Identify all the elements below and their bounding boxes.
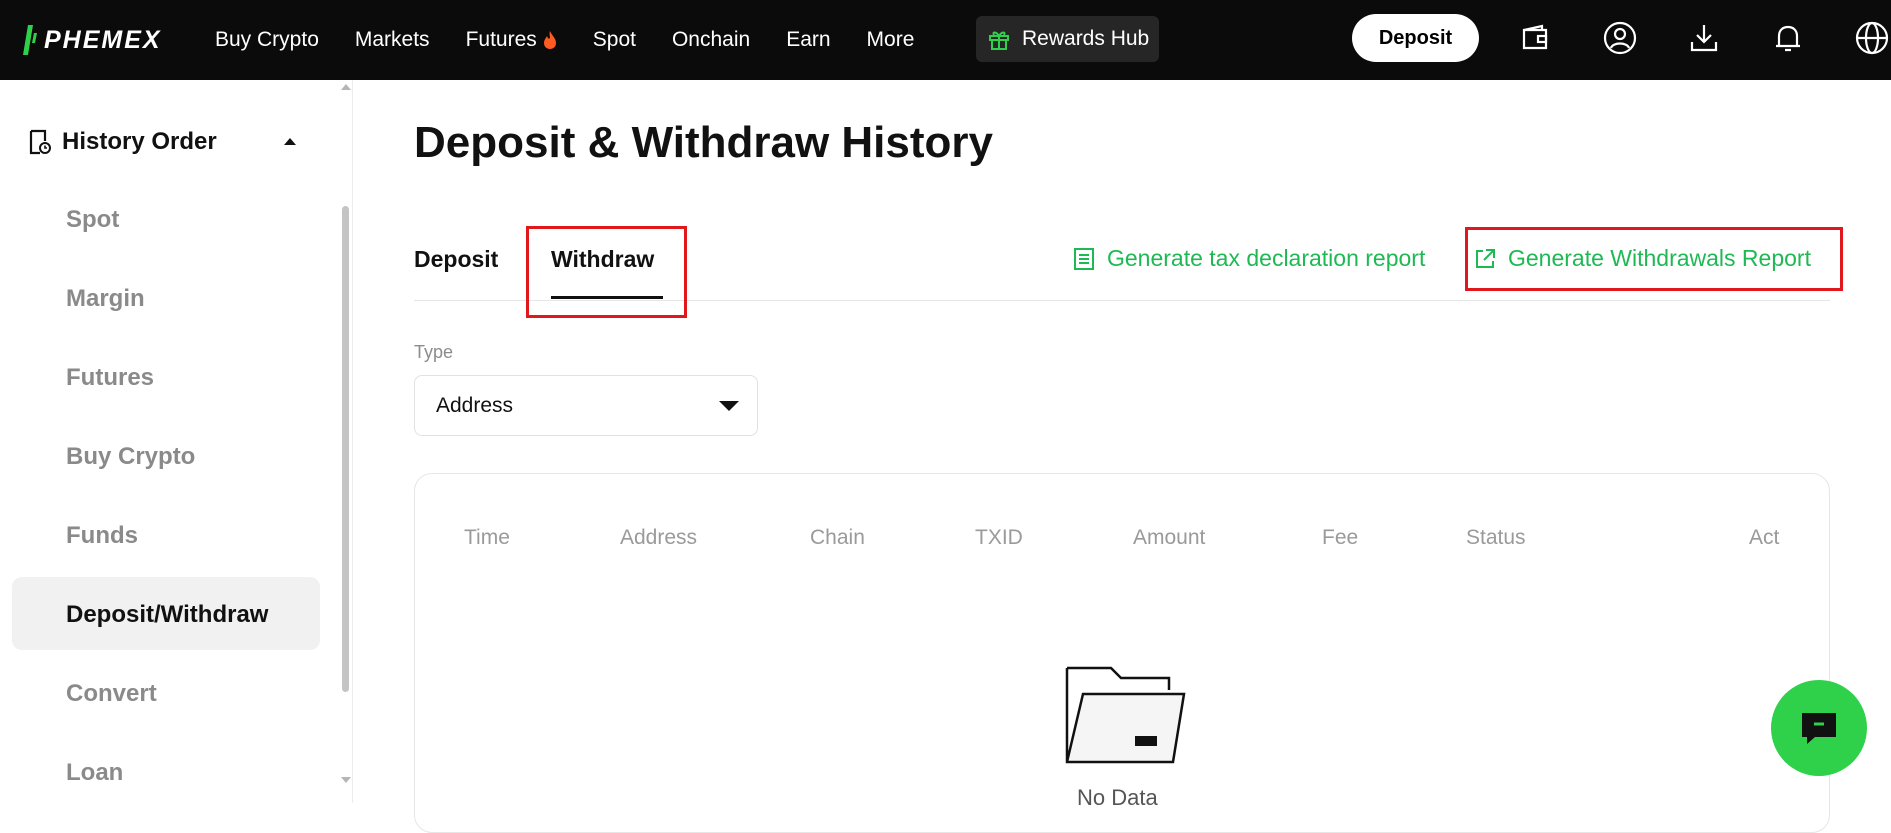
nav-buy-crypto[interactable]: Buy Crypto — [215, 28, 319, 52]
empty-state-text: No Data — [1077, 785, 1158, 810]
account-icon[interactable] — [1602, 20, 1638, 56]
generate-tax-report-label: Generate tax declaration report — [1107, 245, 1426, 271]
column-header-time: Time — [464, 526, 510, 549]
history-order-header[interactable]: History Order — [28, 128, 217, 156]
column-header-fee: Fee — [1322, 526, 1359, 549]
nav-spot[interactable]: Spot — [593, 28, 636, 52]
logo-wordmark: PHEMEX — [44, 25, 162, 54]
sidebar-item-loan[interactable]: Loan — [66, 759, 123, 787]
nav-futures[interactable]: Futures — [466, 28, 557, 52]
rewards-hub-button[interactable]: Rewards Hub — [976, 16, 1159, 62]
sidebar-item-funds[interactable]: Funds — [66, 522, 138, 550]
withdraw-tab-highlight-box — [526, 226, 687, 318]
scroll-up-arrow-icon[interactable] — [341, 84, 351, 90]
column-header-txid: TXID — [975, 526, 1023, 549]
nav-earn[interactable]: Earn — [786, 28, 830, 52]
wallet-icon[interactable] — [1518, 20, 1554, 56]
sidebar-item-convert[interactable]: Convert — [66, 680, 157, 708]
phemex-logo-mark — [23, 25, 37, 55]
rewards-hub-label: Rewards Hub — [1022, 27, 1150, 50]
withdrawals-report-highlight-box — [1465, 227, 1843, 291]
column-header-action: Act — [1749, 526, 1780, 549]
nav-more[interactable]: More — [867, 28, 915, 52]
gift-icon — [989, 31, 1009, 50]
history-order-icon — [29, 129, 51, 155]
chat-icon — [1802, 713, 1836, 744]
tab-deposit[interactable]: Deposit — [414, 246, 498, 273]
main-nav: Buy Crypto Markets Futures Spot Onchain … — [215, 0, 950, 80]
nav-onchain[interactable]: Onchain — [672, 28, 750, 52]
bell-icon[interactable] — [1770, 20, 1806, 56]
sidebar-item-buy-crypto[interactable]: Buy Crypto — [66, 443, 195, 471]
nav-markets[interactable]: Markets — [355, 28, 430, 52]
sidebar-item-margin[interactable]: Margin — [66, 285, 145, 313]
top-navigation-bar: PHEMEX Buy Crypto Markets Futures Spot O… — [0, 0, 1891, 80]
flame-icon — [543, 31, 556, 49]
type-select[interactable]: Address — [414, 375, 758, 436]
deposit-button[interactable]: Deposit — [1352, 14, 1479, 62]
sidebar-item-deposit-withdraw[interactable]: Deposit/Withdraw — [66, 601, 268, 629]
column-header-status: Status — [1466, 526, 1526, 549]
chevron-down-icon — [719, 401, 739, 411]
nav-futures-label: Futures — [465, 28, 537, 51]
sidebar-scroll-thumb[interactable] — [342, 206, 349, 692]
column-header-amount: Amount — [1133, 526, 1206, 549]
sidebar-item-futures[interactable]: Futures — [66, 364, 154, 392]
globe-icon[interactable] — [1854, 20, 1890, 56]
scroll-down-arrow-icon[interactable] — [341, 777, 351, 783]
page-title: Deposit & Withdraw History — [414, 118, 993, 167]
sidebar: History Order Spot Margin Futures Buy Cr… — [0, 80, 353, 803]
phemex-logo[interactable]: PHEMEX — [22, 22, 162, 58]
sidebar-item-spot[interactable]: Spot — [66, 206, 119, 234]
type-filter-label: Type — [414, 342, 454, 362]
empty-folder-icon — [1065, 666, 1186, 764]
column-header-address: Address — [620, 526, 698, 549]
type-select-value: Address — [436, 393, 514, 417]
generate-tax-report-link[interactable]: Generate tax declaration report — [1073, 245, 1425, 272]
document-icon — [1074, 247, 1094, 270]
chat-support-button[interactable] — [1771, 680, 1867, 776]
history-order-label: History Order — [62, 128, 217, 155]
column-header-chain: Chain — [810, 526, 865, 549]
collapse-caret-icon[interactable] — [284, 138, 296, 145]
download-icon[interactable] — [1686, 20, 1722, 56]
